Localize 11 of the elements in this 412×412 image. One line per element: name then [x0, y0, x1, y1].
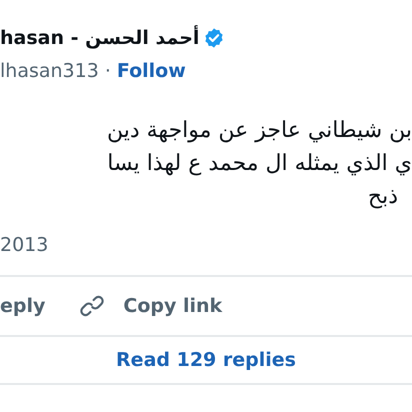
tweet-text-line: بن شيطاني عاجز عن مواجهة دين	[106, 117, 412, 145]
author-name[interactable]: hasan - أحمد الحسن	[0, 27, 200, 49]
tweet-text-line: ي الذي يمثله ال محمد ع لهذا يسا	[107, 150, 412, 178]
separator-dot: ·	[104, 60, 111, 82]
author-handle: lhasan313	[0, 60, 99, 82]
link-icon	[79, 293, 106, 319]
follow-link[interactable]: Follow	[116, 60, 186, 82]
tweet-text-line: ذبح	[368, 183, 398, 211]
tweet-date: 2013	[0, 233, 50, 258]
copy-link-button[interactable]: Copy link	[79, 293, 222, 319]
reply-button[interactable]: eply	[0, 295, 46, 317]
